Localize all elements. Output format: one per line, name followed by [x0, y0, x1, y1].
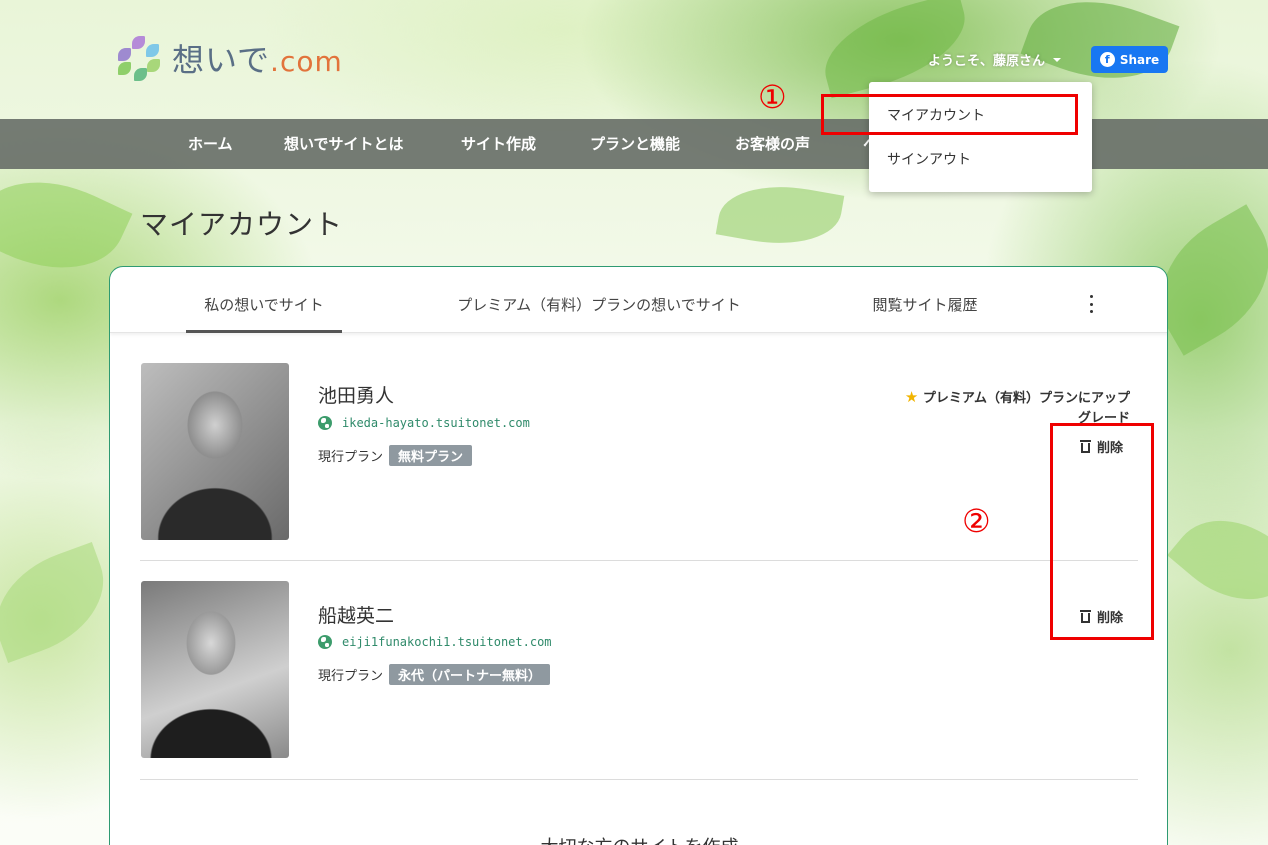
page-title: マイアカウント: [140, 208, 344, 241]
annotation-mark-1: ①: [758, 78, 787, 116]
nav-item-home[interactable]: ホーム: [188, 119, 233, 169]
menu-item-sign-out[interactable]: サインアウト: [887, 149, 971, 169]
site-url[interactable]: eiji1funakochi1.tsuitonet.com: [318, 635, 552, 649]
site-photo[interactable]: [141, 363, 289, 540]
plan-badge: 永代（パートナー無料）: [389, 664, 551, 685]
site-photo[interactable]: [141, 581, 289, 758]
plan-row: 現行プラン 無料プラン: [318, 445, 473, 466]
nav-item-create-site[interactable]: サイト作成: [461, 119, 536, 169]
star-icon: ★: [904, 388, 919, 406]
site-url-text: eiji1funakochi1.tsuitonet.com: [342, 635, 552, 649]
plan-label: 現行プラン: [318, 450, 384, 465]
background-leaf: [715, 175, 845, 255]
user-menu-toggle[interactable]: ようこそ、藤原さん: [928, 50, 1062, 69]
plan-label: 現行プラン: [318, 669, 384, 684]
annotation-box-1: [821, 94, 1078, 135]
facebook-share-button[interactable]: f Share: [1091, 46, 1168, 73]
site-url[interactable]: ikeda-hayato.tsuitonet.com: [318, 416, 530, 430]
welcome-text: ようこそ、藤原さん: [928, 54, 1046, 69]
plan-badge: 無料プラン: [389, 445, 473, 466]
logo-icon: [114, 34, 162, 82]
site-name[interactable]: 池田勇人: [318, 381, 394, 408]
divider: [140, 779, 1138, 780]
tab-my-sites[interactable]: 私の想いでサイト: [186, 267, 342, 333]
globe-icon: [318, 635, 332, 649]
upgrade-label: プレミアム（有料）プランにアップグレード: [922, 391, 1130, 426]
annotation-box-2: [1050, 423, 1154, 640]
logo-suffix: .com: [270, 45, 343, 78]
more-vertical-icon[interactable]: [1085, 295, 1097, 313]
tab-premium-sites[interactable]: プレミアム（有料）プランの想いでサイト: [440, 267, 758, 333]
site-name[interactable]: 船越英二: [318, 601, 394, 628]
nav-item-testimonials[interactable]: お客様の声: [735, 119, 810, 169]
site-url-text: ikeda-hayato.tsuitonet.com: [342, 416, 530, 430]
plan-row: 現行プラン 永代（パートナー無料）: [318, 664, 551, 685]
annotation-mark-2: ②: [962, 502, 991, 540]
share-label: Share: [1119, 52, 1160, 67]
nav-item-plans[interactable]: プランと機能: [590, 119, 680, 169]
tab-history[interactable]: 閲覧サイト履歴: [860, 267, 990, 333]
globe-icon: [318, 416, 332, 430]
logo-text: 想いで.com: [172, 41, 343, 79]
nav-item-about[interactable]: 想いでサイトとは: [284, 119, 404, 169]
site-logo[interactable]: 想いで.com: [114, 34, 343, 82]
background-leaf: [1167, 494, 1268, 626]
create-site-heading: 大切な方のサイトを作成: [110, 833, 1167, 845]
facebook-icon: f: [1099, 52, 1115, 67]
tab-bar: 私の想いでサイト プレミアム（有料）プランの想いでサイト 閲覧サイト履歴: [110, 267, 1167, 333]
caret-down-icon: [1053, 57, 1062, 62]
background-leaf: [0, 542, 121, 663]
account-card: 私の想いでサイト プレミアム（有料）プランの想いでサイト 閲覧サイト履歴 池田勇…: [109, 266, 1168, 845]
divider: [140, 560, 1138, 561]
